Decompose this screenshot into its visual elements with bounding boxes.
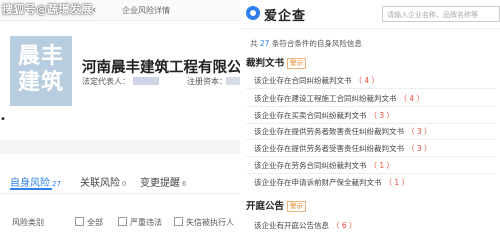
bullet-mark: • (0, 114, 6, 125)
breadcrumb: 企业风险详情 (122, 6, 170, 15)
risk-item-count: （ 4 ） (354, 76, 380, 85)
warning-badge: 警示 (287, 201, 307, 212)
risk-item-text: 该企业存在提供劳务者致害责任纠纷裁判文书 (254, 127, 404, 136)
active-tab-indicator (10, 188, 52, 190)
tab-change-reminder[interactable]: 变更提醒 6 (140, 174, 186, 189)
tab-related-risk-label: 关联风险 (80, 178, 120, 189)
site-header: 爱企查 请输入企业名称、品牌名称等 (240, 0, 500, 29)
risk-item-count: （ 6 ） (332, 221, 357, 230)
section-judgment-docs: 裁判文书 警示 (246, 55, 307, 69)
divider (246, 88, 496, 89)
risk-item-count: （ 3 ） (369, 111, 395, 120)
section-court-notice: 开庭公告 警示 (246, 198, 307, 212)
section-separator (0, 140, 240, 154)
risk-item[interactable]: 该企业存在提供劳务者致害责任纠纷裁判文书（ 3 ） (254, 126, 432, 137)
summary-suffix: 条符合条件的自身风险信息 (271, 39, 362, 48)
filter-dishonest-checkbox[interactable]: 失信被执行人 (174, 217, 234, 228)
summary-count: 27 (259, 39, 270, 48)
tab-change-reminder-count: 6 (182, 180, 187, 188)
risk-item[interactable]: 该企业存在提供劳务者受害责任纠纷裁判文书（ 3 ） (254, 143, 432, 154)
tab-related-risk-count: 0 (122, 180, 127, 188)
filter-label: 风险类别 (12, 218, 44, 227)
aiqicha-logo-icon[interactable] (246, 6, 260, 20)
divider (246, 156, 496, 157)
filter-all-checkbox[interactable]: 全部 (75, 217, 103, 228)
divider (246, 139, 496, 140)
risk-item-count: （ 1 ） (369, 161, 395, 170)
warning-badge: 警示 (287, 58, 307, 69)
section-notice-title: 开庭公告 (246, 201, 285, 212)
chevron-left-icon[interactable]: ‹ (92, 3, 96, 16)
brand-name[interactable]: 爱企查 (264, 5, 306, 24)
filter-serious-checkbox[interactable]: 严重违法 (118, 217, 162, 228)
filter-all-label: 全部 (87, 218, 103, 227)
search-input[interactable]: 请输入企业名称、品牌名称等 (382, 6, 500, 22)
risk-item-text: 该企业存在提供劳务者受害责任纠纷裁判文书 (254, 144, 404, 153)
tab-change-reminder-label: 变更提醒 (140, 178, 180, 189)
filter-dishonest-label: 失信被执行人 (186, 218, 234, 227)
logo-line-1: 晨丰 (17, 44, 64, 69)
tab-self-risk[interactable]: 自身风险 27 (10, 174, 61, 189)
checkbox-icon (174, 217, 183, 226)
risk-item[interactable]: 该企业存在申请诉前财产保全裁判文书（ 1 ） (254, 177, 409, 188)
right-panel: 爱企查 请输入企业名称、品牌名称等 共 27 条符合条件的自身风险信息 裁判文书… (240, 0, 500, 241)
checkbox-icon (118, 217, 127, 226)
risk-item-text: 该企业有开庭公告信息 (254, 221, 329, 230)
divider (246, 106, 496, 107)
legal-rep-label: 法定代表人： (82, 77, 130, 86)
risk-summary: 共 27 条符合条件的自身风险信息 (250, 38, 362, 49)
left-panel: ‹ 企业风险详情 搜狐号@蔬璟发展 晨丰 建筑 河南晨丰建筑工程有限公司 法定代… (0, 0, 240, 241)
risk-item-text: 该企业存在买卖合同纠纷裁判文书 (254, 111, 367, 120)
risk-item[interactable]: 该企业存在建设工程施工合同纠纷裁判文书（ 4 ） (254, 93, 424, 104)
company-name: 河南晨丰建筑工程有限公司 (82, 60, 240, 76)
tab-related-risk[interactable]: 关联风险 0 (80, 174, 126, 189)
company-logo: 晨丰 建筑 (10, 36, 72, 106)
risk-item-text: 该企业存在建设工程施工合同纠纷裁判文书 (254, 94, 397, 103)
risk-item-text: 该企业存在申请诉前财产保全裁判文书 (254, 178, 382, 187)
legal-rep-value-redacted (133, 77, 159, 85)
tab-self-risk-count: 27 (52, 180, 61, 188)
divider (246, 123, 496, 124)
summary-prefix: 共 (250, 39, 258, 48)
section-judgment-title: 裁判文书 (246, 58, 285, 69)
risk-item-count: （ 3 ） (407, 127, 432, 136)
search-placeholder: 请输入企业名称、品牌名称等 (387, 11, 478, 19)
watermark: 搜狐号@蔬璟发展 (2, 3, 93, 16)
risk-item[interactable]: 该企业存在买卖合同纠纷裁判文书（ 3 ） (254, 110, 394, 121)
risk-item-text: 该企业存在合同纠纷裁判文书 (254, 76, 352, 85)
checkbox-icon (75, 217, 84, 226)
filter-serious-label: 严重违法 (130, 218, 162, 227)
risk-item-text: 该企业存在劳务合同纠纷裁判文书 (254, 161, 367, 170)
divider (246, 173, 496, 174)
capital-value-redacted (226, 77, 240, 85)
logo-line-2: 建筑 (17, 70, 64, 95)
risk-item[interactable]: 该企业存在合同纠纷裁判文书（ 4 ） (254, 75, 379, 86)
risk-item-count: （ 1 ） (384, 178, 410, 187)
capital-label: 注册资本： (187, 77, 227, 86)
risk-item[interactable]: 该企业有开庭公告信息（ 6 ） (254, 220, 357, 231)
risk-item-count: （ 4 ） (399, 94, 425, 103)
risk-item-count: （ 3 ） (407, 144, 432, 153)
risk-item[interactable]: 该企业存在劳务合同纠纷裁判文书（ 1 ） (254, 160, 394, 171)
